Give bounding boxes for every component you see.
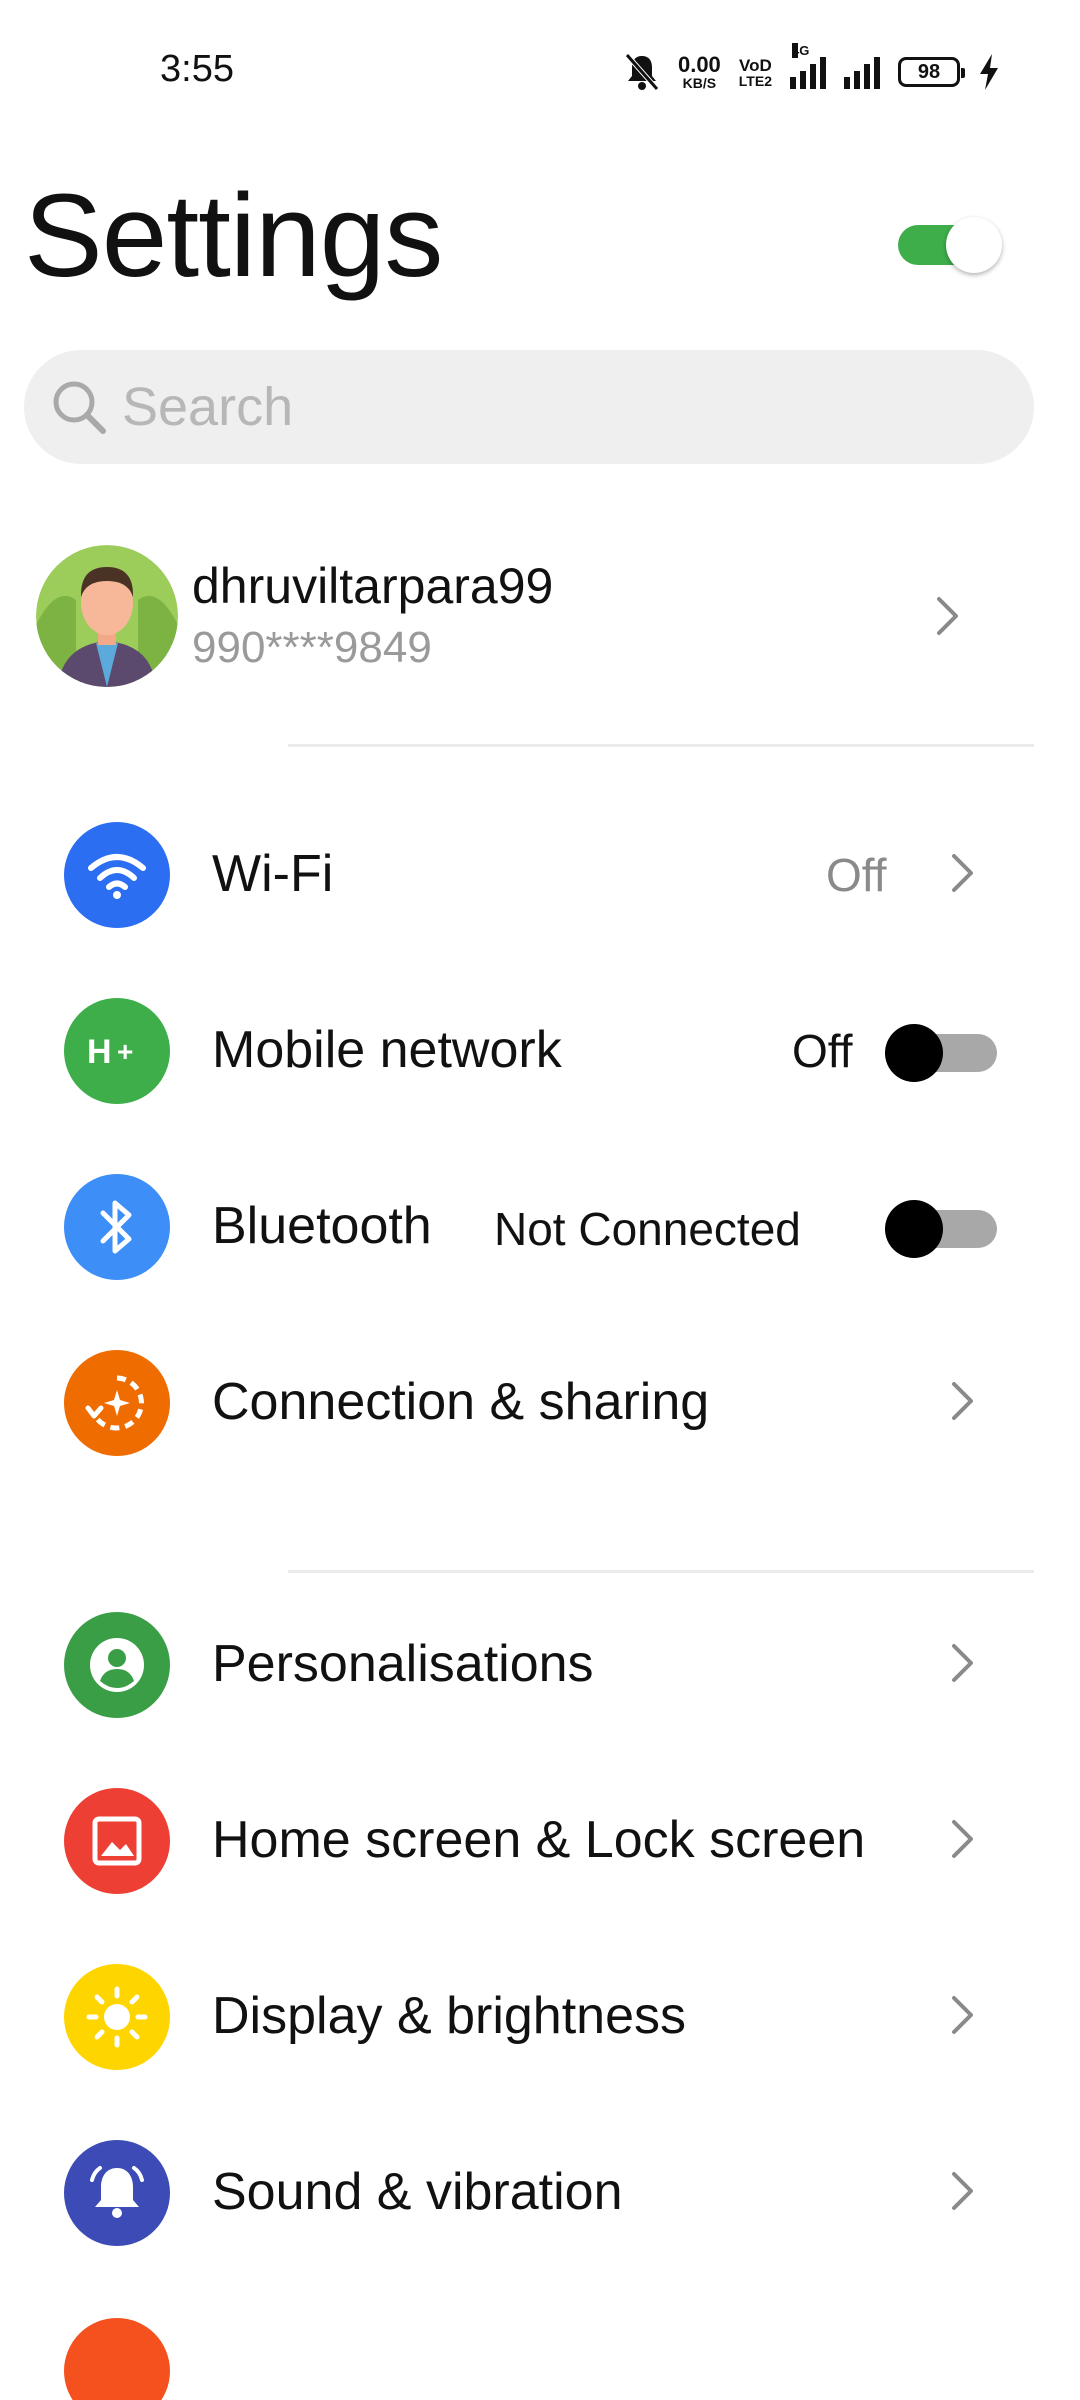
search-bar[interactable] [24,350,1034,464]
settings-item-label: Wi-Fi [212,845,334,903]
settings-item-display-brightness[interactable]: Display & brightness [0,1942,1080,2092]
settings-item-sound-vibration[interactable]: Sound & vibration [0,2118,1080,2268]
chevron-right-icon [950,1380,976,1422]
chevron-right-icon [950,852,976,894]
settings-item-value: Off [792,1025,853,1077]
divider [288,744,1034,747]
chevron-right-icon [950,2170,976,2212]
settings-item-label: Personalisations [212,1635,594,1693]
toggle-knob [885,1024,943,1082]
profile-username: dhruviltarpara99 [192,558,554,614]
chevron-right-icon [950,1818,976,1860]
mobile-network-toggle[interactable] [885,1024,1001,1082]
settings-item-wifi[interactable]: Wi-Fi Off [0,800,1080,950]
page-title: Settings [24,170,443,302]
settings-item-mobile-network[interactable]: H + Mobile network Off [0,976,1080,1126]
wifi-icon [64,822,170,928]
divider [288,1570,1034,1573]
mobile-data-icon: H + [64,998,170,1104]
mute-bell-icon [625,53,659,91]
status-icons: 0.00 KB/S VoD LTE2 4G 98 [624,43,1000,94]
search-input[interactable] [122,376,972,438]
settings-item-home-lock-screen[interactable]: Home screen & Lock screen [0,1766,1080,1916]
network-speed-unit: KB/S [682,75,717,91]
status-time: 3:55 [160,48,234,90]
avatar [36,545,178,687]
brightness-icon [64,1964,170,2070]
svg-text:H: H [87,1033,112,1071]
network-type: 4G [792,43,810,58]
settings-item-label: Bluetooth [212,1197,432,1255]
profile-phone: 990****9849 [192,623,432,672]
network-speed: 0.00 KB/S [677,52,721,91]
settings-item-next-icon[interactable] [64,2318,170,2400]
volte-indicator: VoD LTE2 [739,57,772,88]
chevron-right-icon [950,1642,976,1684]
home-lock-screen-icon [64,1788,170,1894]
chevron-right-icon [935,595,961,637]
network-speed-value: 0.00 [677,52,721,77]
bluetooth-toggle[interactable] [885,1200,1001,1258]
connection-sharing-icon [64,1350,170,1456]
settings-item-value: Off [826,849,887,901]
volte-bottom: LTE2 [738,72,772,89]
battery-icon: 98 [898,57,965,87]
toggle-knob [885,1200,943,1258]
volte-top: VoD [739,55,772,75]
settings-item-label: Display & brightness [212,1987,686,2045]
toggle-knob [946,217,1002,273]
settings-item-label: Sound & vibration [212,2163,623,2221]
signal-icon [844,55,880,89]
account-profile[interactable]: dhruviltarpara99 990****9849 [0,535,1080,695]
settings-item-bluetooth[interactable]: Bluetooth Not Connected [0,1152,1080,1302]
personalisation-icon [64,1612,170,1718]
bell-icon [64,2140,170,2246]
settings-item-label: Home screen & Lock screen [212,1811,866,1869]
settings-item-connection-sharing[interactable]: Connection & sharing [0,1328,1080,1478]
bluetooth-icon [64,1174,170,1280]
search-icon [53,381,106,434]
chevron-right-icon [950,1994,976,2036]
settings-item-personalisations[interactable]: Personalisations [0,1590,1080,1740]
charging-bolt-icon [980,54,998,90]
header-toggle[interactable] [898,213,1006,273]
battery-level: 98 [917,60,941,83]
signal-icon: 4G [790,43,826,89]
svg-text:+: + [117,1036,133,1067]
settings-item-label: Mobile network [212,1021,562,1079]
settings-item-value: Not Connected [494,1203,801,1255]
status-bar: 3:55 0.00 KB/S VoD LTE2 4G 98 [0,0,1080,140]
settings-item-label: Connection & sharing [212,1373,710,1431]
